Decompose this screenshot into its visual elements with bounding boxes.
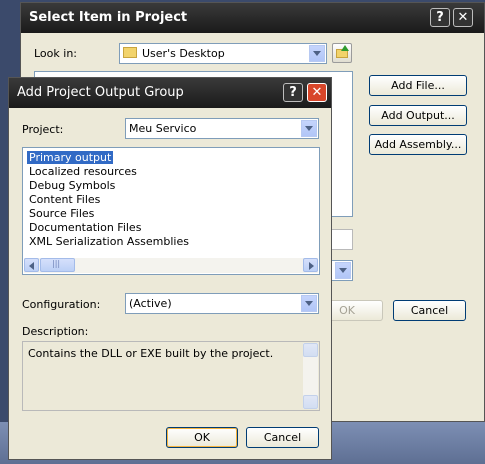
ok-button[interactable]: OK — [166, 427, 238, 448]
select-item-title: Select Item in Project — [29, 10, 188, 25]
configuration-label: Configuration: — [22, 298, 101, 311]
configuration-value: (Active) — [129, 297, 172, 310]
output-list[interactable]: Primary output Localized resources Debug… — [22, 147, 320, 275]
up-folder-button[interactable] — [332, 43, 352, 63]
project-value: Meu Servico — [129, 122, 197, 135]
chevron-right-icon — [309, 262, 314, 270]
chevron-down-icon[interactable] — [335, 262, 351, 279]
list-item-xml-serialization[interactable]: XML Serialization Assemblies — [27, 235, 191, 248]
add-assembly-button[interactable]: Add Assembly... — [369, 134, 467, 155]
chevron-down-icon[interactable] — [301, 120, 317, 137]
add-output-button[interactable]: Add Output... — [369, 105, 467, 126]
horizontal-scrollbar[interactable]: ||| — [24, 258, 318, 273]
scroll-thumb[interactable]: ||| — [40, 258, 75, 272]
scroll-left-button[interactable] — [24, 258, 39, 272]
add-project-output-title: Add Project Output Group — [17, 85, 184, 100]
list-item-debug-symbols[interactable]: Debug Symbols — [27, 179, 117, 192]
cancel-button[interactable]: Cancel — [246, 427, 319, 448]
help-button[interactable]: ? — [283, 83, 303, 102]
add-project-output-titlebar[interactable]: Add Project Output Group ? ✕ — [9, 78, 331, 108]
configuration-combo[interactable]: (Active) — [125, 293, 319, 314]
list-item-documentation-files[interactable]: Documentation Files — [27, 221, 143, 234]
description-box: Contains the DLL or EXE built by the pro… — [22, 341, 320, 411]
scroll-thumb-grip: ||| — [52, 259, 61, 268]
folder-icon — [123, 47, 137, 58]
look-in-combo[interactable]: User's Desktop — [119, 43, 327, 64]
scroll-down-button — [303, 395, 318, 409]
select-item-titlebar[interactable]: Select Item in Project ? ✕ — [21, 3, 484, 33]
list-item-localized-resources[interactable]: Localized resources — [27, 165, 139, 178]
description-label: Description: — [22, 325, 89, 338]
list-item-content-files[interactable]: Content Files — [27, 193, 102, 206]
look-in-value: User's Desktop — [142, 47, 225, 60]
help-button[interactable]: ? — [430, 8, 450, 27]
green-arrow-icon — [341, 45, 349, 51]
close-button[interactable]: ✕ — [307, 83, 327, 102]
close-button[interactable]: ✕ — [453, 8, 473, 27]
look-in-label: Look in: — [34, 47, 77, 60]
project-combo[interactable]: Meu Servico — [125, 118, 319, 139]
scroll-up-button — [303, 343, 318, 357]
chevron-left-icon — [29, 262, 34, 270]
list-item-primary-output[interactable]: Primary output — [25, 150, 115, 165]
add-project-output-dialog: Add Project Output Group ? ✕ Project: Me… — [8, 77, 332, 460]
scroll-right-button[interactable] — [303, 258, 318, 272]
description-text: Contains the DLL or EXE built by the pro… — [28, 347, 274, 360]
vertical-scrollbar — [303, 343, 318, 409]
add-file-button[interactable]: Add File... — [369, 75, 467, 96]
list-item-source-files[interactable]: Source Files — [27, 207, 96, 220]
project-label: Project: — [22, 123, 64, 136]
chevron-down-icon[interactable] — [301, 295, 317, 312]
chevron-down-icon[interactable] — [309, 45, 325, 62]
cancel-button[interactable]: Cancel — [393, 300, 466, 321]
